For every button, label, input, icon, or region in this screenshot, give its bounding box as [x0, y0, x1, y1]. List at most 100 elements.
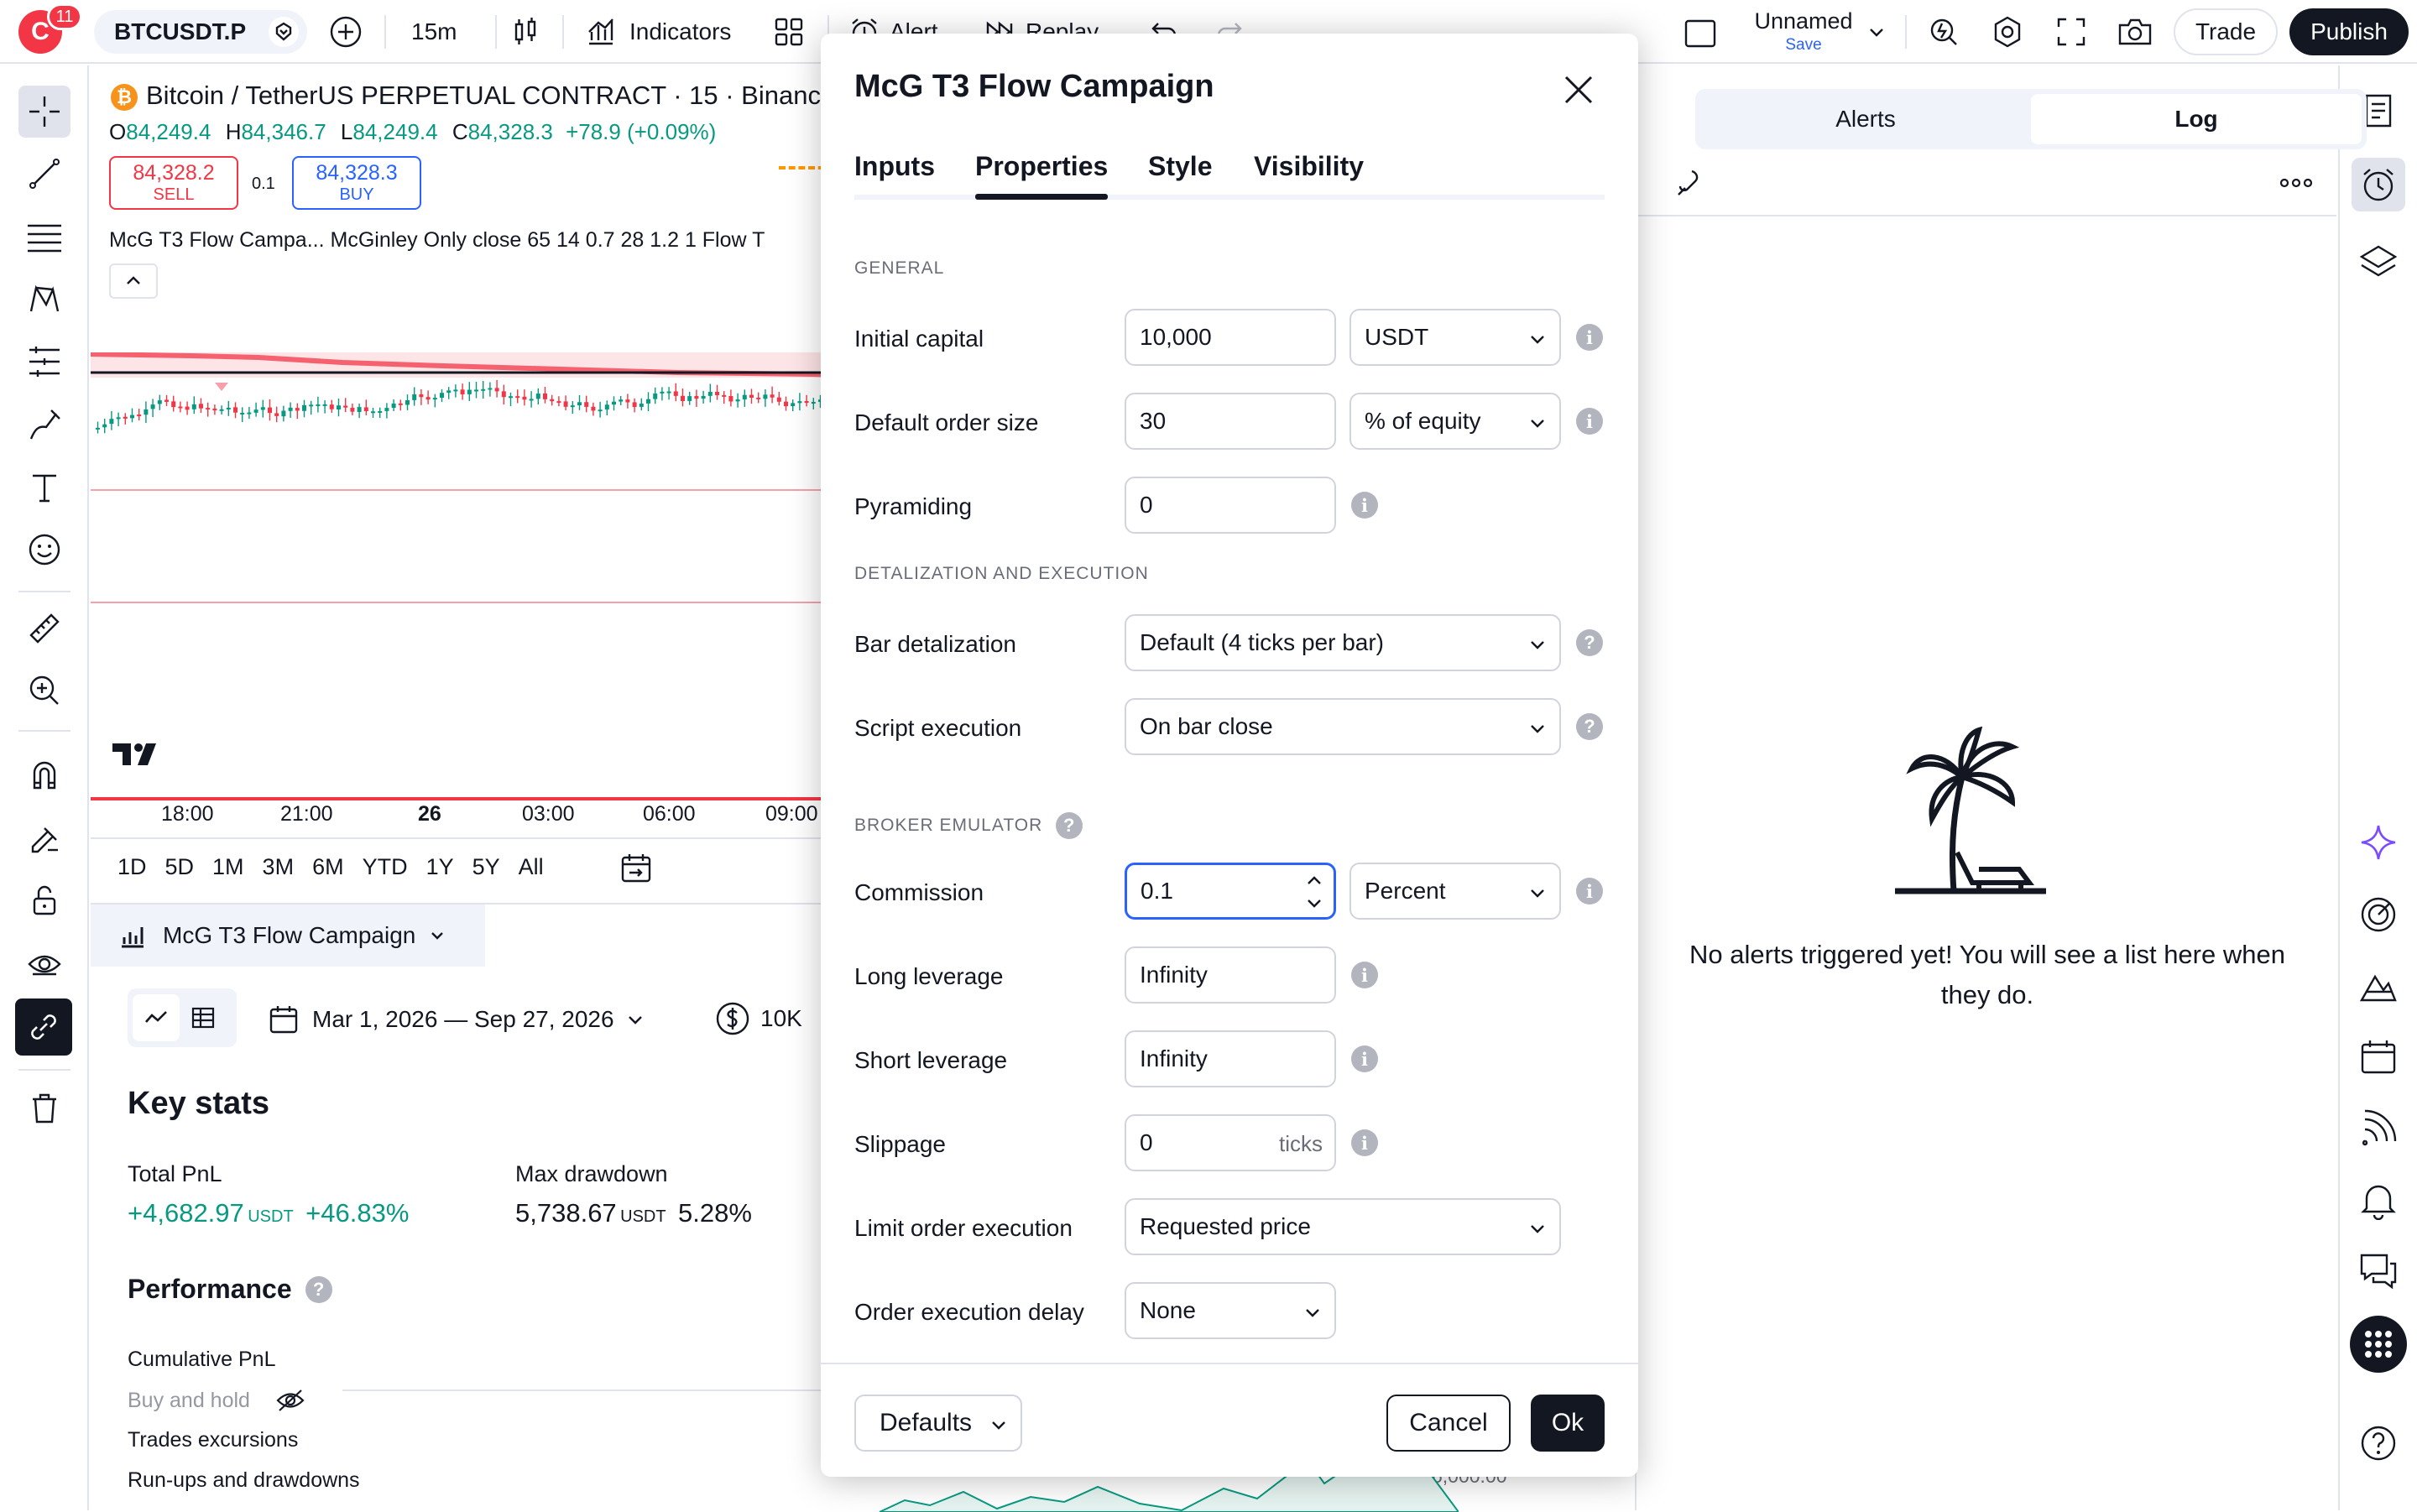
brush-icon[interactable] — [18, 399, 70, 451]
alerts-clock-icon[interactable] — [2352, 158, 2405, 211]
info-icon[interactable]: i — [1351, 962, 1378, 988]
layers-icon[interactable] — [2352, 235, 2405, 289]
collapse-legend-button[interactable] — [109, 263, 158, 299]
long-leverage-input[interactable]: Infinity — [1125, 946, 1336, 1004]
help-icon[interactable]: ? — [1576, 713, 1603, 740]
tab-log[interactable]: Log — [2031, 94, 2362, 144]
info-icon[interactable]: i — [1351, 1129, 1378, 1156]
date-range-button[interactable]: Mar 1, 2026 — Sep 27, 2026 — [269, 998, 645, 1040]
interval-button[interactable]: 15m — [411, 0, 457, 64]
tab-visibility[interactable]: Visibility — [1254, 151, 1364, 182]
limit-order-execution-select[interactable]: Requested price — [1125, 1198, 1561, 1255]
stepper-arrows-icon[interactable] — [1305, 872, 1323, 912]
strategy-tab[interactable]: McG T3 Flow Campaign — [91, 905, 485, 967]
quick-search-icon[interactable] — [1927, 15, 1960, 49]
trade-button[interactable]: Trade — [2174, 8, 2278, 55]
short-leverage-input[interactable]: Infinity — [1125, 1030, 1336, 1087]
range-5y[interactable]: 5Y — [472, 854, 500, 888]
trend-line-icon[interactable] — [18, 148, 70, 200]
layout-checkbox-icon[interactable] — [1684, 17, 1717, 50]
chat-icon[interactable] — [2352, 1243, 2405, 1297]
range-3m[interactable]: 3M — [263, 854, 295, 888]
goto-date-icon[interactable] — [618, 851, 655, 888]
help-icon[interactable] — [2352, 1416, 2405, 1470]
fib-retracement-icon[interactable] — [18, 211, 70, 263]
info-icon[interactable]: i — [1351, 492, 1378, 519]
initial-capital-currency-select[interactable]: USDT — [1349, 309, 1561, 366]
perf-item-excursions[interactable]: Trades excursions — [128, 1428, 298, 1452]
help-icon[interactable]: ? — [305, 1275, 332, 1303]
commission-input[interactable]: 0.1 — [1125, 863, 1336, 920]
settings-gear-icon[interactable] — [1991, 15, 2024, 49]
candles-chart-type-icon[interactable] — [509, 15, 542, 49]
perf-item-runups[interactable]: Run-ups and drawdowns — [128, 1468, 360, 1493]
apps-grid-icon[interactable] — [2350, 1316, 2407, 1373]
lock-icon[interactable] — [18, 874, 70, 926]
indicators-button[interactable]: Indicators — [584, 0, 731, 64]
range-6m[interactable]: 6M — [312, 854, 344, 888]
templates-grid-icon[interactable] — [772, 15, 806, 49]
time-axis[interactable]: 18:00 21:00 26 03:00 06:00 09:00 — [91, 795, 913, 837]
ruler-icon[interactable] — [18, 602, 70, 654]
defaults-button[interactable]: Defaults — [854, 1395, 1022, 1452]
filter-icon[interactable] — [1672, 166, 1705, 200]
more-options-icon[interactable] — [2278, 168, 2315, 198]
tab-properties[interactable]: Properties — [975, 151, 1108, 182]
range-5d[interactable]: 5D — [165, 854, 195, 888]
range-1m[interactable]: 1M — [212, 854, 244, 888]
link-icon[interactable] — [15, 998, 72, 1056]
buy-button[interactable]: 84,328.3 BUY — [292, 156, 421, 210]
help-icon[interactable]: ? — [1056, 812, 1083, 839]
range-1d[interactable]: 1D — [117, 854, 147, 888]
magnet-icon[interactable] — [18, 748, 70, 800]
order-size-type-select[interactable]: % of equity — [1349, 393, 1561, 450]
close-button[interactable] — [1559, 70, 1598, 109]
perf-item-buy-hold[interactable]: Buy and hold — [128, 1388, 305, 1413]
default-order-size-input[interactable]: 30 — [1125, 393, 1336, 450]
trash-icon[interactable] — [18, 1082, 70, 1134]
calendar-icon[interactable] — [2352, 1030, 2405, 1084]
pyramiding-input[interactable]: 0 — [1125, 477, 1336, 534]
indicator-legend[interactable]: McG T3 Flow Campa... McGinley Only close… — [109, 228, 765, 253]
zoom-in-icon[interactable] — [18, 665, 70, 717]
symbol-search-button[interactable]: BTCUSDT.P — [94, 10, 307, 54]
tab-style[interactable]: Style — [1148, 151, 1212, 182]
info-icon[interactable]: i — [1576, 408, 1603, 435]
tab-inputs[interactable]: Inputs — [854, 151, 935, 182]
ok-button[interactable]: Ok — [1531, 1395, 1605, 1452]
eye-off-icon[interactable] — [275, 1388, 305, 1413]
range-1y[interactable]: 1Y — [426, 854, 454, 888]
tab-alerts[interactable]: Alerts — [1700, 94, 2031, 144]
perf-item-cumulative[interactable]: Cumulative PnL — [128, 1348, 275, 1372]
camera-snapshot-icon[interactable] — [2117, 15, 2153, 49]
order-execution-delay-select[interactable]: None — [1125, 1282, 1336, 1339]
news-feed-icon[interactable] — [2352, 1101, 2405, 1155]
ai-sparkle-icon[interactable] — [2352, 816, 2405, 869]
layout-chevron-down-icon[interactable] — [1866, 22, 1887, 42]
range-all[interactable]: All — [519, 854, 544, 888]
initial-capital-input[interactable]: 10,000 — [1125, 309, 1336, 366]
sell-button[interactable]: 84,328.2 SELL — [109, 156, 238, 210]
help-icon[interactable]: ? — [1576, 629, 1603, 656]
target-icon[interactable] — [2352, 888, 2405, 941]
eye-icon[interactable] — [18, 938, 70, 990]
price-plot[interactable] — [91, 352, 913, 822]
script-execution-select[interactable]: On bar close — [1125, 698, 1561, 755]
info-icon[interactable]: i — [1576, 324, 1603, 351]
cancel-button[interactable]: Cancel — [1386, 1395, 1511, 1452]
info-icon[interactable]: i — [1576, 878, 1603, 905]
ideas-mountain-icon[interactable] — [2352, 960, 2405, 1014]
bar-detalization-select[interactable]: Default (4 ticks per bar) — [1125, 614, 1561, 671]
compare-symbol-icon[interactable] — [269, 17, 299, 47]
layout-name-button[interactable]: Unnamed Save — [1741, 8, 1866, 59]
notifications-bell-icon[interactable] — [2352, 1173, 2405, 1227]
stay-drawing-icon[interactable] — [18, 812, 70, 864]
forecasting-icon[interactable] — [18, 336, 70, 388]
range-ytd[interactable]: YTD — [363, 854, 408, 888]
emoji-icon[interactable] — [18, 524, 70, 576]
crosshair-icon[interactable] — [18, 86, 70, 138]
publish-button[interactable]: Publish — [2289, 8, 2409, 55]
fullscreen-icon[interactable] — [2054, 15, 2088, 49]
pattern-icon[interactable] — [18, 274, 70, 326]
text-tool-icon[interactable] — [18, 461, 70, 514]
